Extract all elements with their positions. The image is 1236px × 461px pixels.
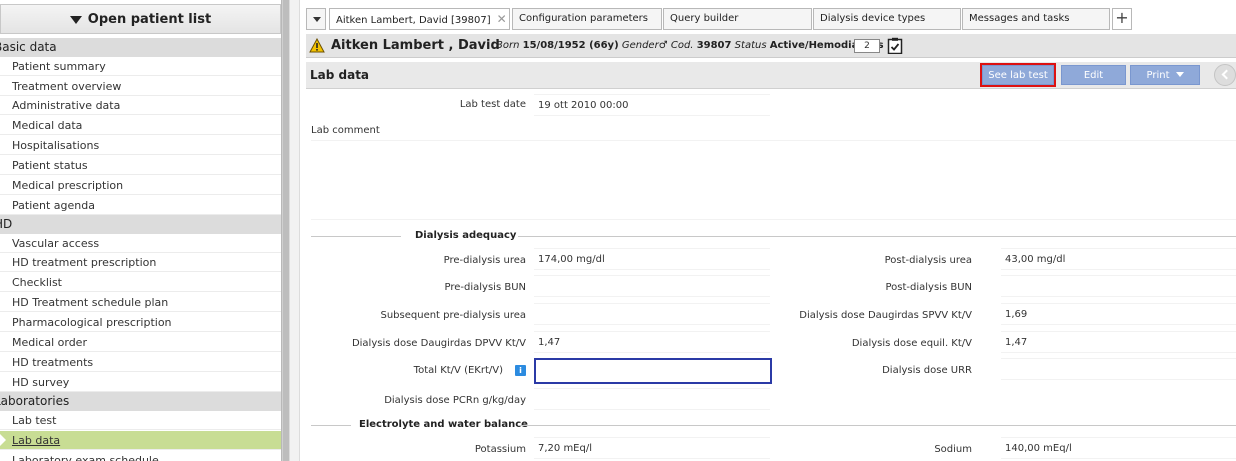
tab-bar: Aitken Lambert, David [39807] ✕ Configura… (306, 8, 1236, 32)
chevron-down-icon (1175, 72, 1184, 77)
daugirdas-spvv-label: Dialysis dose Daugirdas SPVV Kt/V (799, 310, 972, 321)
sodium-label: Sodium (934, 444, 972, 455)
sidebar-item-hospitalisations[interactable]: Hospitalisations (0, 136, 281, 155)
patient-info: Born 15/08/1952 (66y) Gender♂ Cod. 39807… (496, 40, 884, 51)
sidebar-item-patient-summary[interactable]: Patient summary (0, 57, 281, 76)
post-dialysis-bun-label: Post-dialysis BUN (885, 282, 972, 293)
post-dialysis-urea-field[interactable]: 43,00 mg/dl (1001, 248, 1236, 270)
lab-comment-label: Lab comment (311, 125, 380, 136)
tab-patient[interactable]: Aitken Lambert, David [39807] ✕ (329, 8, 510, 30)
sidebar: Open patient list Basic data Patient sum… (0, 0, 281, 461)
tab-messages-and-tasks[interactable]: Messages and tasks (962, 8, 1110, 30)
pre-dialysis-urea-label: Pre-dialysis urea (443, 255, 526, 266)
print-button[interactable]: Print (1130, 65, 1200, 85)
group-rule-right (518, 236, 1236, 237)
pcrn-field[interactable] (534, 388, 770, 410)
group-rule-left (311, 236, 401, 237)
add-tab-button[interactable]: + (1112, 8, 1132, 30)
born-value: 15/08/1952 (66y) (522, 40, 619, 51)
sidebar-item-laboratory-exam-schedule[interactable]: Laboratory exam schedule (0, 451, 281, 461)
sodium-field[interactable]: 140,00 mEq/l (1001, 437, 1236, 459)
group-title-electrolyte: Electrolyte and water balance (359, 419, 528, 430)
subsequent-pre-dialysis-urea-field[interactable] (534, 303, 770, 325)
panel-divider[interactable] (289, 0, 300, 461)
print-button-label: Print (1146, 70, 1170, 81)
sidebar-item-medical-data[interactable]: Medical data (0, 116, 281, 135)
daugirdas-dpvv-label: Dialysis dose Daugirdas DPVV Kt/V (351, 338, 526, 349)
tab-patient-label: Aitken Lambert, David [39807] (336, 15, 491, 26)
section-basic-data[interactable]: Basic data (0, 38, 281, 57)
sidebar-item-hd-treatment-prescription[interactable]: HD treatment prescription (0, 253, 281, 272)
section-laboratories[interactable]: Laboratories (0, 392, 281, 411)
filter-icon (69, 16, 82, 24)
potassium-label: Potassium (474, 444, 526, 455)
sidebar-item-administrative-data[interactable]: Administrative data (0, 96, 281, 115)
patient-count-badge[interactable]: 2 (854, 39, 880, 53)
sidebar-scrollbar[interactable] (281, 0, 289, 461)
sidebar-item-medical-order[interactable]: Medical order (0, 333, 281, 352)
lab-test-date-field[interactable]: 19 ott 2010 00:00 (534, 94, 770, 116)
potassium-field[interactable]: 7,20 mEq/l (534, 437, 770, 459)
equil-ktv-label: Dialysis dose equil. Kt/V (851, 338, 972, 349)
cod-value: 39807 (696, 40, 732, 51)
open-patient-list-button[interactable]: Open patient list (0, 4, 281, 34)
sidebar-item-vascular-access[interactable]: Vascular access (0, 234, 281, 253)
clipboard-check-icon[interactable] (887, 37, 903, 54)
urr-field[interactable] (1001, 358, 1236, 380)
tab-list-dropdown-button[interactable] (306, 8, 326, 30)
tab-configuration-parameters[interactable]: Configuration parameters (512, 8, 662, 30)
cod-label: Cod. (670, 40, 694, 51)
collapse-panel-button[interactable] (1214, 64, 1236, 86)
lab-test-date-label: Lab test date (459, 99, 526, 110)
page-title: Lab data (310, 68, 370, 82)
pre-dialysis-bun-field[interactable] (534, 275, 770, 297)
sidebar-item-hd-treatments[interactable]: HD treatments (0, 353, 281, 372)
group-rule-right-2 (518, 425, 1236, 426)
group-title-dialysis-adequacy: Dialysis adequacy (415, 230, 517, 241)
info-icon[interactable]: i (515, 365, 526, 376)
sidebar-item-hd-treatment-schedule-plan[interactable]: HD Treatment schedule plan (0, 293, 281, 312)
warning-icon (309, 38, 325, 53)
equil-ktv-field[interactable]: 1,47 (1001, 331, 1236, 353)
pcrn-label: Dialysis dose PCRn g/kg/day (384, 395, 526, 406)
sidebar-item-checklist[interactable]: Checklist (0, 273, 281, 292)
born-label: Born (496, 40, 520, 51)
daugirdas-spvv-field[interactable]: 1,69 (1001, 303, 1236, 325)
lab-data-form: Lab test date 19 ott 2010 00:00 Lab comm… (306, 90, 1236, 461)
section-hd[interactable]: HD (0, 215, 281, 234)
patient-header: Aitken Lambert , David Born 15/08/1952 (… (306, 34, 1236, 58)
status-label: Status (734, 40, 767, 51)
lab-comment-field[interactable] (311, 140, 1236, 220)
total-ktv-label: Total Kt/V (EKrt/V) (413, 365, 503, 376)
close-icon[interactable]: ✕ (497, 12, 507, 26)
daugirdas-dpvv-field[interactable]: 1,47 (534, 331, 770, 353)
gender-label: Gender (621, 40, 659, 51)
tab-query-builder[interactable]: Query builder (663, 8, 812, 30)
subsequent-pre-dialysis-urea-label: Subsequent pre-dialysis urea (380, 310, 526, 321)
sidebar-item-treatment-overview[interactable]: Treatment overview (0, 77, 281, 96)
edit-button[interactable]: Edit (1061, 65, 1126, 85)
open-patient-list-label: Open patient list (87, 11, 212, 27)
tab-dialysis-device-types[interactable]: Dialysis device types (813, 8, 961, 30)
sidebar-item-hd-survey[interactable]: HD survey (0, 373, 281, 392)
sidebar-item-pharmacological-prescription[interactable]: Pharmacological prescription (0, 313, 281, 332)
pre-dialysis-bun-label: Pre-dialysis BUN (444, 282, 527, 293)
male-icon: ♂ (658, 40, 668, 51)
lab-toolbar: Lab data See lab test ... Edit Print (306, 62, 1236, 101)
urr-label: Dialysis dose URR (882, 365, 972, 376)
group-rule-left-2 (311, 425, 351, 426)
see-lab-test-button[interactable]: See lab test ... (980, 63, 1056, 101)
sidebar-item-lab-data[interactable]: Lab data (0, 431, 281, 450)
sidebar-item-lab-test[interactable]: Lab test (0, 411, 281, 430)
sidebar-item-patient-agenda[interactable]: Patient agenda (0, 196, 281, 215)
sidebar-item-medical-prescription[interactable]: Medical prescription (0, 176, 281, 195)
post-dialysis-bun-field[interactable] (1001, 275, 1236, 297)
pre-dialysis-urea-field[interactable]: 174,00 mg/dl (534, 248, 770, 270)
sidebar-item-patient-status[interactable]: Patient status (0, 156, 281, 175)
post-dialysis-urea-label: Post-dialysis urea (884, 255, 972, 266)
total-ktv-field[interactable] (534, 358, 772, 384)
patient-name: Aitken Lambert , David (331, 38, 500, 53)
